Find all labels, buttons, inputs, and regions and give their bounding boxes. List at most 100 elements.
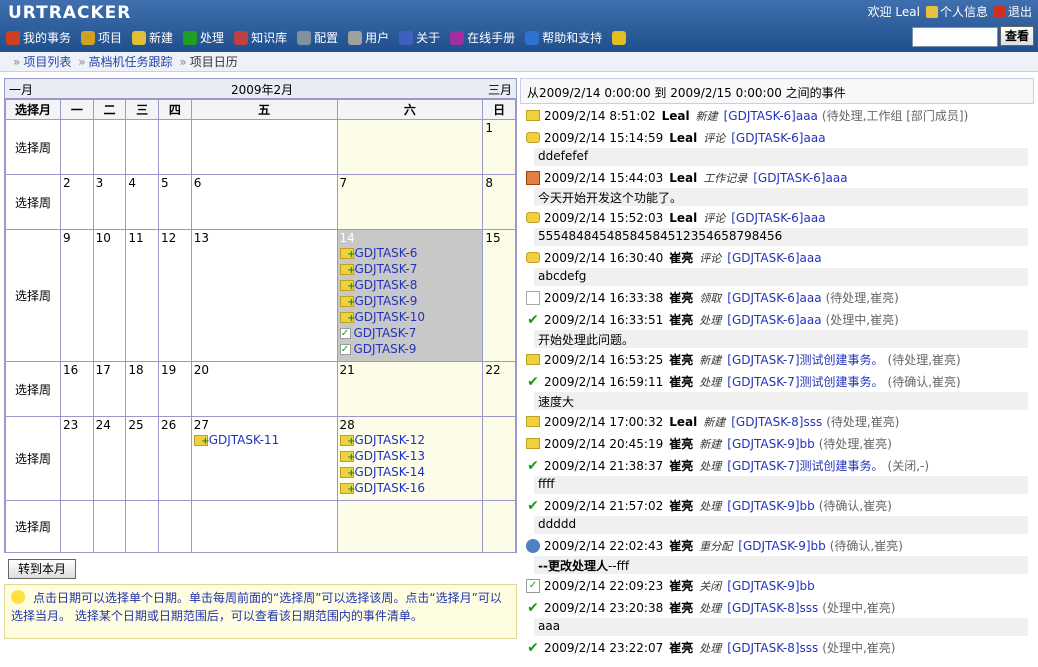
select-week-link[interactable]: 选择周: [5, 416, 61, 501]
event-task-link[interactable]: [GDJTASK-6]aaa: [753, 171, 847, 185]
nav-item-star[interactable]: [612, 30, 627, 45]
profile-link[interactable]: 个人信息: [925, 3, 988, 20]
day-cell[interactable]: [336, 500, 484, 553]
day-cell[interactable]: 4: [125, 174, 160, 230]
day-cell[interactable]: 9: [60, 229, 94, 362]
search-input[interactable]: [912, 27, 998, 47]
calendar-task-link[interactable]: GDJTASK-10: [339, 309, 481, 327]
nav-item-manual[interactable]: 在线手册: [450, 29, 515, 46]
day-cell[interactable]: [125, 119, 160, 175]
day-cell[interactable]: 1: [482, 119, 516, 175]
calendar-task-link[interactable]: GDJTASK-14: [339, 464, 481, 482]
day-cell[interactable]: 12: [158, 229, 192, 362]
event-task-link[interactable]: [GDJTASK-6]aaa: [724, 109, 818, 123]
nav-item-new-task[interactable]: 新建: [132, 29, 173, 46]
day-cell[interactable]: 16: [60, 361, 94, 417]
event-task-link[interactable]: [GDJTASK-7]测试创建事务。: [727, 351, 883, 368]
nav-item-info[interactable]: 关于: [399, 29, 440, 46]
day-cell[interactable]: [92, 500, 127, 553]
day-cell[interactable]: 11: [125, 229, 160, 362]
day-cell[interactable]: 2: [60, 174, 94, 230]
calendar-task-link[interactable]: GDJTASK-16: [339, 480, 481, 498]
search-button[interactable]: 查看: [1000, 26, 1034, 46]
event-task-link[interactable]: [GDJTASK-9]bb: [738, 539, 825, 553]
day-cell[interactable]: 24: [92, 416, 127, 501]
day-cell[interactable]: 13: [190, 229, 338, 362]
calendar-task-link[interactable]: ✓ GDJTASK-9: [339, 341, 481, 357]
this-month-button[interactable]: 转到本月: [8, 559, 76, 579]
nav-item-database[interactable]: 项目: [81, 29, 122, 46]
select-week-link[interactable]: 选择周: [5, 229, 61, 362]
event-task-link[interactable]: [GDJTASK-6]aaa: [727, 251, 821, 265]
new-task-icon: [526, 110, 540, 121]
day-cell[interactable]: [158, 500, 192, 553]
day-cell[interactable]: [190, 500, 338, 553]
event-task-link[interactable]: [GDJTASK-9]bb: [727, 579, 814, 593]
day-cell[interactable]: 7: [336, 174, 484, 230]
nav-item-users[interactable]: 用户: [348, 29, 389, 46]
event-task-link[interactable]: [GDJTASK-9]bb: [727, 499, 814, 513]
nav-item-help[interactable]: 帮助和支持: [525, 29, 602, 46]
calendar-task-link[interactable]: GDJTASK-12: [339, 432, 481, 450]
day-cell[interactable]: 18: [125, 361, 160, 417]
select-week-link[interactable]: 选择周: [5, 119, 61, 175]
day-cell[interactable]: 3: [92, 174, 127, 230]
event-item: 2009/2/14 22:02:43 崔亮 重分配 [GDJTASK-9]bb (待确认…: [520, 535, 1034, 574]
next-month-link[interactable]: 三月: [488, 81, 512, 98]
event-task-link[interactable]: [GDJTASK-7]测试创建事务。: [727, 373, 883, 390]
event-task-link[interactable]: [GDJTASK-6]aaa: [731, 131, 825, 145]
event-task-link[interactable]: [GDJTASK-7]测试创建事务。: [727, 457, 883, 474]
nav-item-home[interactable]: 我的事务: [6, 29, 71, 46]
day-cell[interactable]: [60, 119, 94, 175]
event-task-link[interactable]: [GDJTASK-9]bb: [727, 437, 814, 451]
event-task-link[interactable]: [GDJTASK-8]sss: [731, 415, 822, 429]
nav-item-books[interactable]: 知识库: [234, 29, 287, 46]
day-cell[interactable]: 23: [60, 416, 94, 501]
day-cell[interactable]: 15: [482, 229, 516, 362]
day-cell[interactable]: [158, 119, 192, 175]
day-cell[interactable]: 25: [125, 416, 160, 501]
calendar-task-link[interactable]: GDJTASK-8: [339, 277, 481, 295]
select-month-link[interactable]: 选择月: [5, 99, 61, 120]
event-task-link[interactable]: [GDJTASK-8]sss: [727, 641, 818, 655]
event-task-link[interactable]: [GDJTASK-6]aaa: [731, 211, 825, 225]
day-cell[interactable]: 6: [190, 174, 338, 230]
event-task-link[interactable]: [GDJTASK-6]aaa: [727, 291, 821, 305]
nav-item-gear[interactable]: 配置: [297, 29, 338, 46]
day-cell[interactable]: 14GDJTASK-6 GDJTASK-7 GDJTASK-8 GDJTASK-9 GD…: [336, 229, 484, 362]
day-cell[interactable]: 28GDJTASK-12 GDJTASK-13 GDJTASK-14 GDJTASK-…: [336, 416, 484, 501]
breadcrumb-project[interactable]: 高档机任务跟踪: [89, 55, 173, 69]
breadcrumb-project-list[interactable]: 项目列表: [23, 55, 71, 69]
day-cell[interactable]: [125, 500, 160, 553]
day-cell[interactable]: 10: [92, 229, 127, 362]
calendar-task-link[interactable]: GDJTASK-9: [339, 293, 481, 311]
prev-month-link[interactable]: 一月: [9, 81, 33, 98]
day-cell[interactable]: 5: [158, 174, 192, 230]
calendar-task-link[interactable]: GDJTASK-13: [339, 448, 481, 466]
day-cell[interactable]: 19: [158, 361, 192, 417]
day-cell[interactable]: 20: [190, 361, 338, 417]
calendar-task-link[interactable]: GDJTASK-7: [339, 261, 481, 279]
day-cell[interactable]: 21: [336, 361, 484, 417]
calendar-task-link[interactable]: GDJTASK-11: [193, 432, 335, 450]
day-cell[interactable]: [92, 119, 127, 175]
event-task-link[interactable]: [GDJTASK-8]sss: [727, 601, 818, 615]
logout-link[interactable]: 退出: [993, 3, 1032, 20]
select-week-link[interactable]: 选择周: [5, 500, 61, 553]
nav-item-check[interactable]: 处理: [183, 29, 224, 46]
select-week-link[interactable]: 选择周: [5, 361, 61, 417]
day-cell[interactable]: 27GDJTASK-11: [190, 416, 338, 501]
day-cell[interactable]: 8: [482, 174, 516, 230]
day-cell[interactable]: [190, 119, 338, 175]
calendar-task-link[interactable]: ✓ GDJTASK-7: [339, 325, 481, 341]
select-week-link[interactable]: 选择周: [5, 174, 61, 230]
day-cell[interactable]: [482, 500, 516, 553]
day-cell[interactable]: 17: [92, 361, 127, 417]
calendar-task-link[interactable]: GDJTASK-6: [339, 245, 481, 263]
day-cell[interactable]: 26: [158, 416, 192, 501]
event-task-link[interactable]: [GDJTASK-6]aaa: [727, 313, 821, 327]
day-cell[interactable]: [336, 119, 484, 175]
day-cell[interactable]: [482, 416, 516, 501]
day-cell[interactable]: 22: [482, 361, 516, 417]
day-cell[interactable]: [60, 500, 94, 553]
